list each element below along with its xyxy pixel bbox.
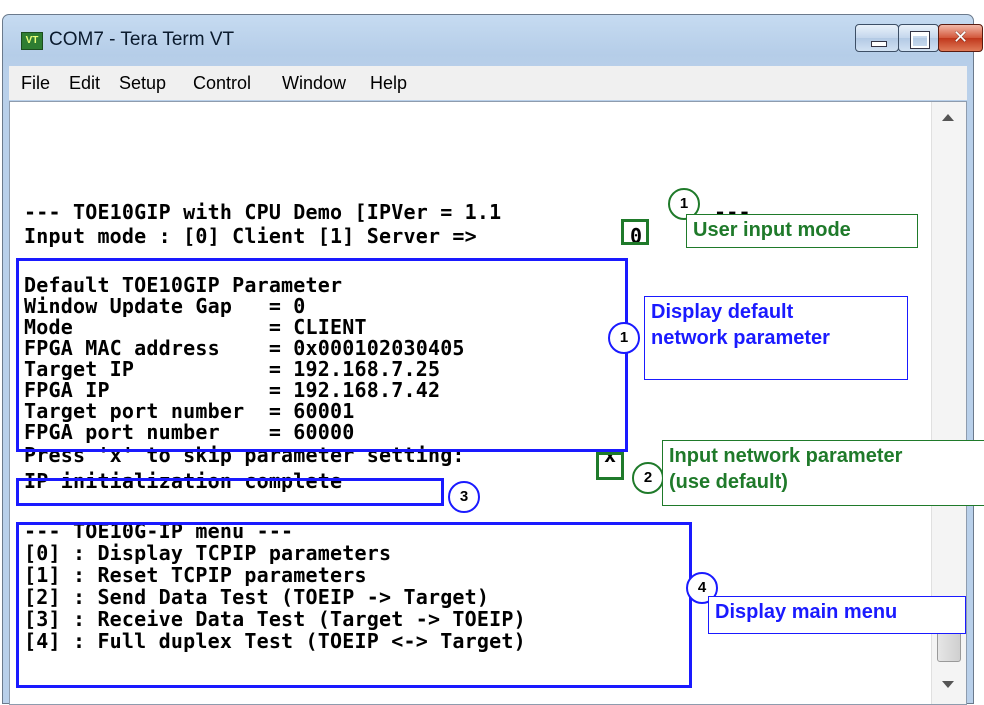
menu-bar: File Edit Setup Control Window Help	[9, 66, 967, 100]
scroll-down-arrow-icon[interactable]	[942, 681, 954, 688]
maximize-icon	[911, 32, 929, 48]
close-button[interactable]: ✕	[938, 24, 983, 52]
menu-file[interactable]: File	[21, 73, 50, 94]
title-bar[interactable]: VT COM7 - Tera Term VT ✕	[3, 15, 983, 65]
demo-header: --- TOE10GIP with CPU Demo [IPVer = 1.1	[24, 200, 502, 224]
menu-window[interactable]: Window	[282, 73, 346, 94]
input-mode-highlight	[621, 219, 649, 245]
maximize-button[interactable]	[898, 24, 939, 52]
minimize-icon	[871, 41, 887, 47]
menu-setup[interactable]: Setup	[119, 73, 166, 94]
skip-value-highlight	[596, 452, 624, 480]
minimize-button[interactable]	[855, 24, 899, 52]
window-title: COM7 - Tera Term VT	[49, 29, 235, 50]
menu-edit[interactable]: Edit	[69, 73, 100, 94]
annotation-display-default-line1: Display default	[651, 301, 794, 323]
default-params-highlight	[16, 258, 628, 452]
annotation-user-input-mode: User input mode	[686, 214, 918, 248]
annotation-main-menu: Display main menu	[708, 596, 966, 634]
menu-help[interactable]: Help	[370, 73, 407, 94]
annotation-display-default-line2: network parameter	[651, 327, 830, 349]
close-icon: ✕	[952, 27, 969, 48]
menu-control[interactable]: Control	[193, 73, 251, 94]
input-mode-prompt: Input mode : [0] Client [1] Server =>	[24, 224, 477, 248]
annotation-1b-badge: 1	[608, 322, 640, 354]
annotation-display-default: Display default network parameter	[644, 296, 908, 380]
annotation-input-network-line2: (use default)	[669, 471, 788, 493]
scroll-up-arrow-icon[interactable]	[942, 114, 954, 121]
annotation-2-badge: 2	[632, 462, 664, 494]
teraterm-app-icon[interactable]: VT	[21, 32, 43, 50]
annotation-input-network: Input network parameter (use default)	[662, 440, 984, 506]
annotation-input-network-line1: Input network parameter	[669, 445, 903, 467]
init-complete-highlight	[16, 478, 444, 506]
main-menu-highlight	[16, 522, 692, 688]
annotation-3-badge: 3	[448, 481, 480, 513]
